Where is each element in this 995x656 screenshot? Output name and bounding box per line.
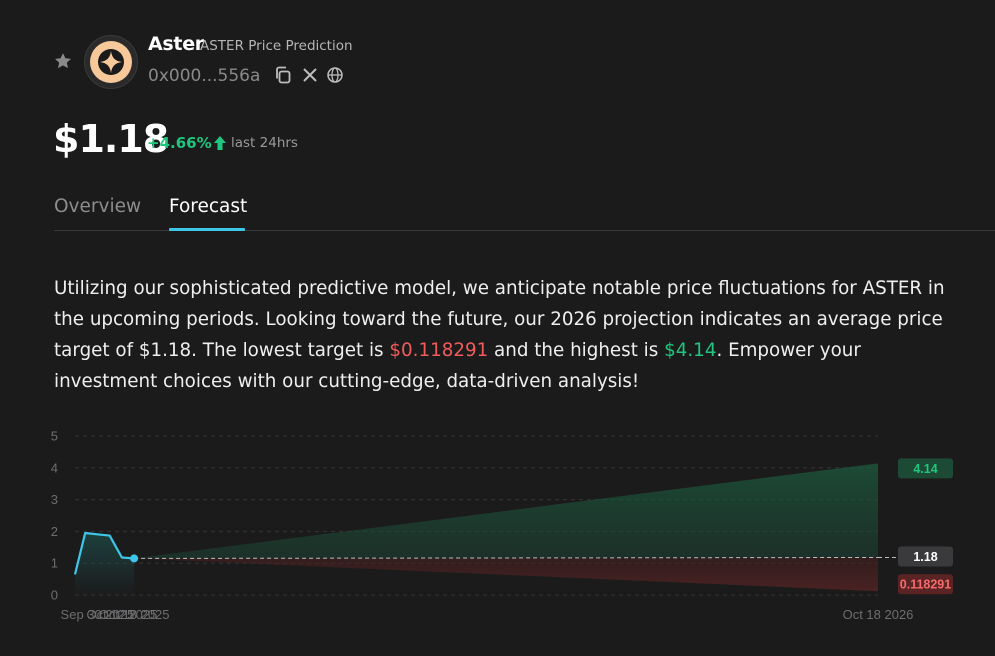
forecast-high-area xyxy=(134,463,878,559)
y-tick-label: 0 xyxy=(51,588,58,603)
tab-overview[interactable]: Overview xyxy=(54,196,141,217)
x-tick-label: Oct 18 2026 xyxy=(843,607,914,622)
average-badge: 1.18 xyxy=(913,550,937,564)
page-subtitle: ASTER Price Prediction xyxy=(200,38,353,54)
current-point xyxy=(130,554,139,563)
globe-icon[interactable] xyxy=(326,66,344,84)
x-tick-label: Oct 18 2025 xyxy=(99,607,170,622)
y-tick-label: 1 xyxy=(51,556,58,571)
description-text: and the highest is xyxy=(488,340,665,361)
forecast-low-area xyxy=(134,557,878,592)
highest-target: $4.14 xyxy=(664,340,717,361)
price-change: +4.66% xyxy=(147,134,212,152)
aster-logo-icon xyxy=(90,41,132,83)
y-tick-label: 4 xyxy=(51,460,58,475)
contract-address: 0x000...556a xyxy=(148,66,261,86)
change-period-label: last 24hrs xyxy=(231,135,298,151)
avatar xyxy=(84,35,138,89)
y-tick-label: 5 xyxy=(51,429,58,444)
lowest-target: $0.118291 xyxy=(389,340,489,361)
high-badge: 4.14 xyxy=(913,462,937,476)
star-icon[interactable] xyxy=(53,51,73,71)
x-icon[interactable] xyxy=(301,66,319,84)
forecast-description: Utilizing our sophisticated predictive m… xyxy=(54,273,954,397)
forecast-chart: 012345Sep 30 2025Oct 12 2025Oct 18 2025 O… xyxy=(51,429,953,622)
y-tick-label: 3 xyxy=(51,492,58,507)
low-badge: 0.118291 xyxy=(900,578,951,592)
token-name: Aster xyxy=(148,33,204,55)
y-tick-label: 2 xyxy=(51,524,58,539)
copy-icon[interactable] xyxy=(273,65,293,85)
tab-forecast[interactable]: Forecast xyxy=(169,196,247,217)
arrow-up-icon xyxy=(214,136,226,150)
active-tab-indicator xyxy=(169,228,245,231)
